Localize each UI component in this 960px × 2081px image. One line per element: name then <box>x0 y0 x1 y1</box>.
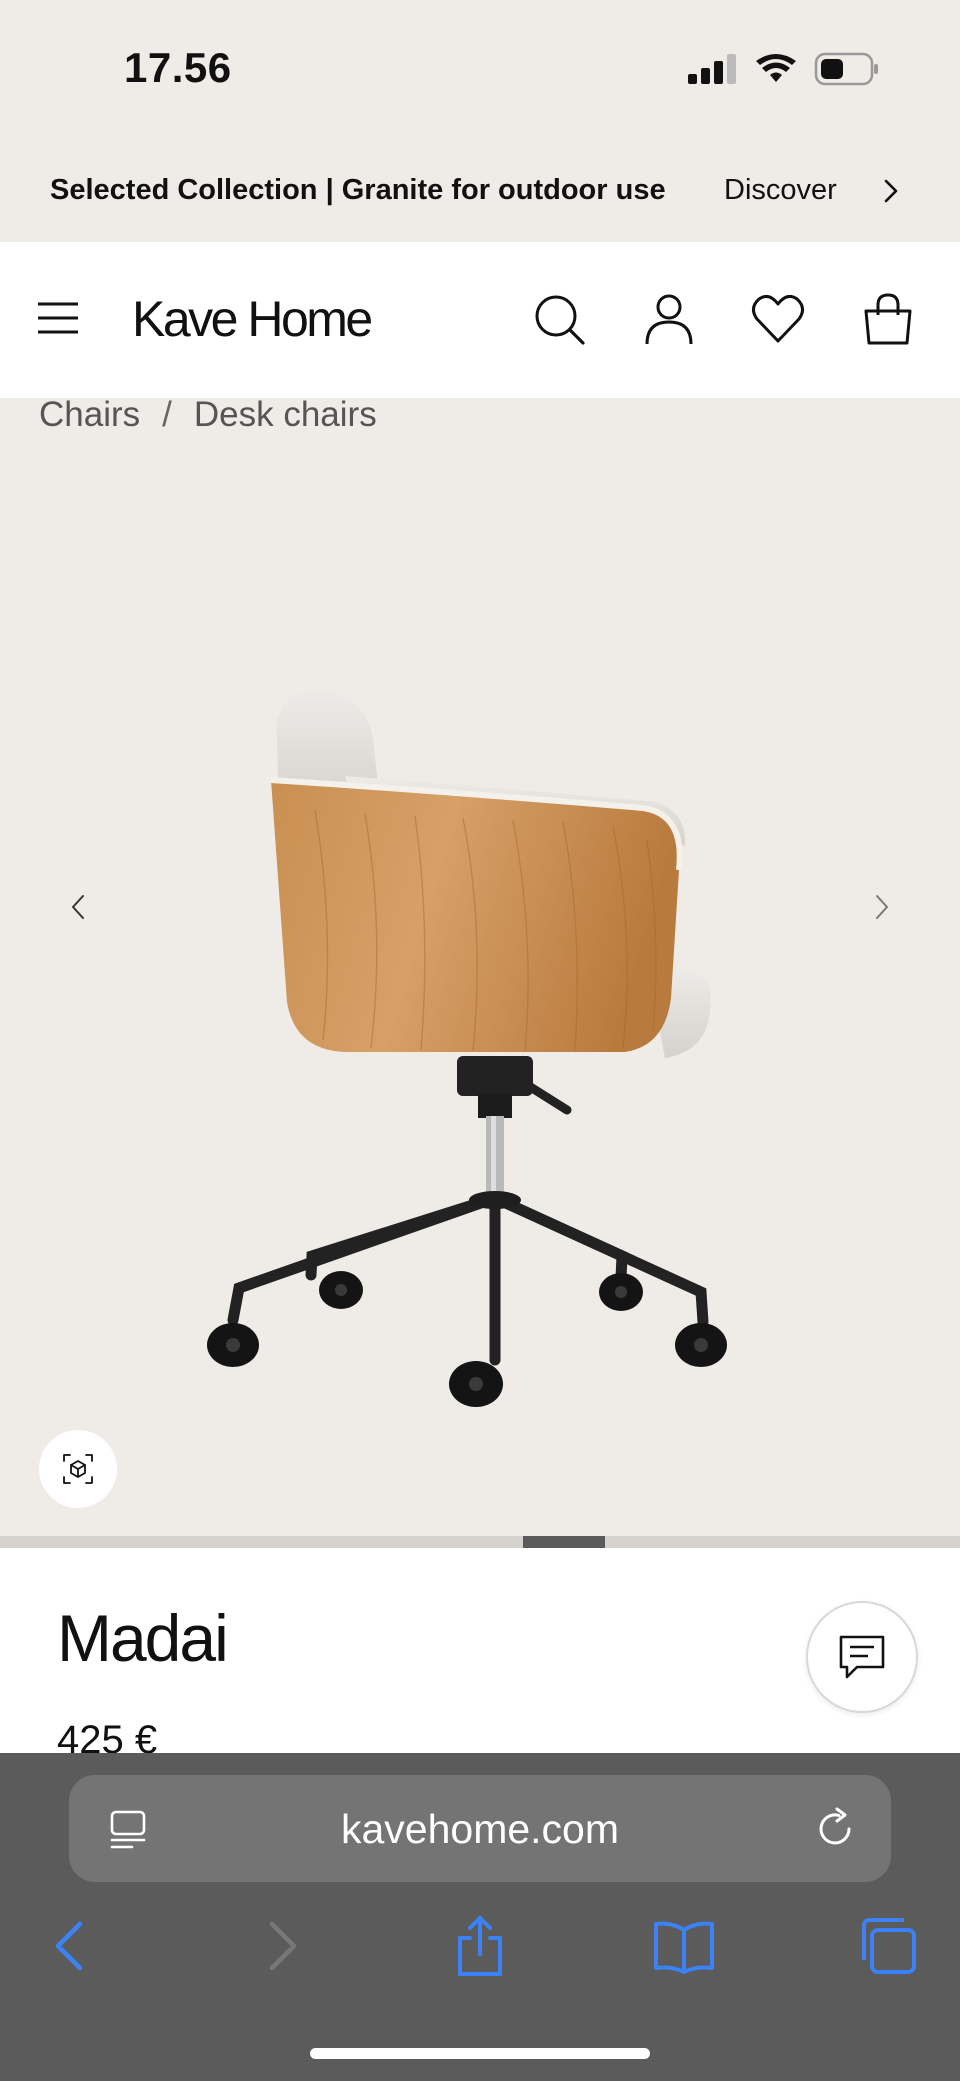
gallery-progress <box>0 1536 960 1548</box>
breadcrumb-item-desk-chairs[interactable]: Desk chairs <box>194 395 377 434</box>
arrow-left-icon[interactable] <box>64 890 94 924</box>
signal-icon <box>688 54 736 84</box>
status-bar: 17.56 <box>0 0 960 145</box>
share-icon[interactable] <box>448 1914 512 1978</box>
gallery-progress-fill <box>523 1536 605 1548</box>
product-image <box>207 691 727 1407</box>
heart-icon[interactable] <box>751 292 805 346</box>
account-icon[interactable] <box>642 292 696 346</box>
breadcrumb-item-chairs[interactable]: Chairs <box>39 395 140 434</box>
menu-icon[interactable] <box>36 298 80 338</box>
ar-view-button[interactable] <box>39 1430 117 1508</box>
bag-icon[interactable] <box>861 292 915 346</box>
back-icon[interactable] <box>40 1914 104 1978</box>
status-icons <box>688 52 880 86</box>
forward-icon[interactable] <box>248 1914 312 1978</box>
tabs-icon[interactable] <box>856 1914 920 1978</box>
breadcrumb: Chairs / Desk chairs <box>39 395 377 435</box>
ar-view-icon <box>63 1454 93 1484</box>
status-time: 17.56 <box>124 44 232 91</box>
product-price: 425 € <box>57 1718 158 1753</box>
arrow-right-icon[interactable] <box>866 890 896 924</box>
breadcrumb-separator: / <box>162 395 172 434</box>
reload-icon[interactable] <box>815 1807 857 1851</box>
site-logo[interactable]: Kave Home <box>132 290 373 348</box>
chat-button[interactable] <box>806 1601 918 1713</box>
chevron-right-icon[interactable] <box>876 176 906 206</box>
promo-discover-link[interactable]: Discover <box>724 174 837 207</box>
search-icon[interactable] <box>532 292 586 346</box>
wifi-icon <box>756 54 796 82</box>
bookmarks-icon[interactable] <box>652 1914 716 1978</box>
home-indicator <box>310 2048 650 2059</box>
chat-icon <box>839 1635 885 1679</box>
product-name: Madai <box>57 1601 229 1675</box>
battery-icon <box>814 52 878 86</box>
promo-title[interactable]: Selected Collection | Granite for outdoo… <box>50 174 666 207</box>
